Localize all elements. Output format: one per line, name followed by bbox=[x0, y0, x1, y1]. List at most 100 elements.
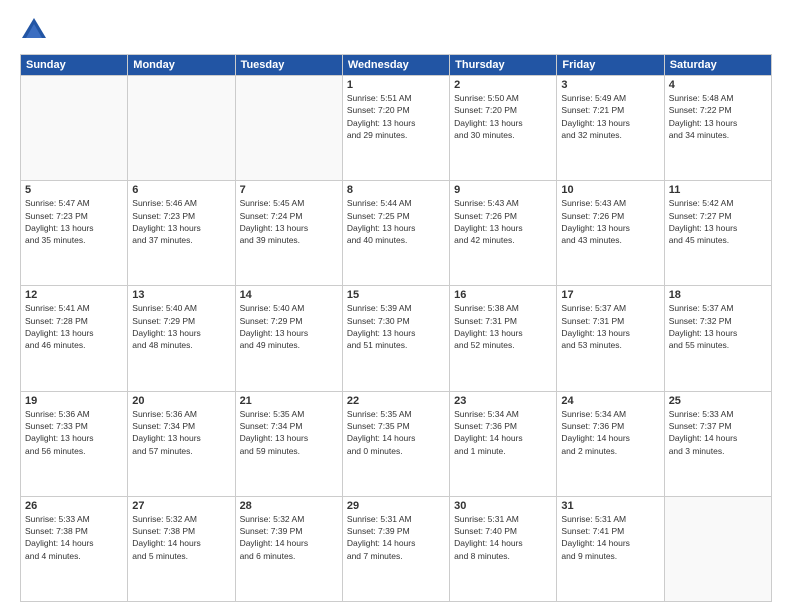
day-number: 30 bbox=[454, 500, 552, 512]
calendar-header-tuesday: Tuesday bbox=[235, 55, 342, 76]
day-number: 27 bbox=[132, 500, 230, 512]
day-info: Sunrise: 5:31 AM Sunset: 7:40 PM Dayligh… bbox=[454, 513, 552, 562]
day-info: Sunrise: 5:33 AM Sunset: 7:38 PM Dayligh… bbox=[25, 513, 123, 562]
day-number: 16 bbox=[454, 289, 552, 301]
day-info: Sunrise: 5:37 AM Sunset: 7:31 PM Dayligh… bbox=[561, 302, 659, 351]
day-number: 21 bbox=[240, 395, 338, 407]
calendar-cell: 12Sunrise: 5:41 AM Sunset: 7:28 PM Dayli… bbox=[21, 286, 128, 391]
calendar-cell: 21Sunrise: 5:35 AM Sunset: 7:34 PM Dayli… bbox=[235, 391, 342, 496]
calendar-cell bbox=[128, 76, 235, 181]
day-info: Sunrise: 5:38 AM Sunset: 7:31 PM Dayligh… bbox=[454, 302, 552, 351]
day-info: Sunrise: 5:43 AM Sunset: 7:26 PM Dayligh… bbox=[454, 197, 552, 246]
calendar-header-sunday: Sunday bbox=[21, 55, 128, 76]
day-info: Sunrise: 5:48 AM Sunset: 7:22 PM Dayligh… bbox=[669, 92, 767, 141]
logo-icon bbox=[20, 16, 48, 44]
calendar-cell: 1Sunrise: 5:51 AM Sunset: 7:20 PM Daylig… bbox=[342, 76, 449, 181]
day-number: 18 bbox=[669, 289, 767, 301]
calendar-header-row: SundayMondayTuesdayWednesdayThursdayFrid… bbox=[21, 55, 772, 76]
calendar-cell: 2Sunrise: 5:50 AM Sunset: 7:20 PM Daylig… bbox=[450, 76, 557, 181]
day-info: Sunrise: 5:51 AM Sunset: 7:20 PM Dayligh… bbox=[347, 92, 445, 141]
calendar-cell: 10Sunrise: 5:43 AM Sunset: 7:26 PM Dayli… bbox=[557, 181, 664, 286]
calendar-cell: 11Sunrise: 5:42 AM Sunset: 7:27 PM Dayli… bbox=[664, 181, 771, 286]
day-info: Sunrise: 5:40 AM Sunset: 7:29 PM Dayligh… bbox=[240, 302, 338, 351]
calendar-cell: 19Sunrise: 5:36 AM Sunset: 7:33 PM Dayli… bbox=[21, 391, 128, 496]
calendar-cell: 23Sunrise: 5:34 AM Sunset: 7:36 PM Dayli… bbox=[450, 391, 557, 496]
day-info: Sunrise: 5:50 AM Sunset: 7:20 PM Dayligh… bbox=[454, 92, 552, 141]
calendar-header-thursday: Thursday bbox=[450, 55, 557, 76]
calendar-cell: 18Sunrise: 5:37 AM Sunset: 7:32 PM Dayli… bbox=[664, 286, 771, 391]
day-number: 9 bbox=[454, 184, 552, 196]
calendar-cell: 20Sunrise: 5:36 AM Sunset: 7:34 PM Dayli… bbox=[128, 391, 235, 496]
day-info: Sunrise: 5:37 AM Sunset: 7:32 PM Dayligh… bbox=[669, 302, 767, 351]
calendar-header-wednesday: Wednesday bbox=[342, 55, 449, 76]
calendar-header-saturday: Saturday bbox=[664, 55, 771, 76]
day-info: Sunrise: 5:45 AM Sunset: 7:24 PM Dayligh… bbox=[240, 197, 338, 246]
day-info: Sunrise: 5:32 AM Sunset: 7:39 PM Dayligh… bbox=[240, 513, 338, 562]
calendar-cell: 30Sunrise: 5:31 AM Sunset: 7:40 PM Dayli… bbox=[450, 496, 557, 601]
calendar-cell bbox=[21, 76, 128, 181]
day-number: 23 bbox=[454, 395, 552, 407]
calendar-cell: 29Sunrise: 5:31 AM Sunset: 7:39 PM Dayli… bbox=[342, 496, 449, 601]
page: SundayMondayTuesdayWednesdayThursdayFrid… bbox=[0, 0, 792, 612]
calendar-cell: 26Sunrise: 5:33 AM Sunset: 7:38 PM Dayli… bbox=[21, 496, 128, 601]
day-number: 24 bbox=[561, 395, 659, 407]
calendar-cell: 3Sunrise: 5:49 AM Sunset: 7:21 PM Daylig… bbox=[557, 76, 664, 181]
day-info: Sunrise: 5:49 AM Sunset: 7:21 PM Dayligh… bbox=[561, 92, 659, 141]
calendar-cell: 14Sunrise: 5:40 AM Sunset: 7:29 PM Dayli… bbox=[235, 286, 342, 391]
calendar-cell: 6Sunrise: 5:46 AM Sunset: 7:23 PM Daylig… bbox=[128, 181, 235, 286]
day-info: Sunrise: 5:40 AM Sunset: 7:29 PM Dayligh… bbox=[132, 302, 230, 351]
day-info: Sunrise: 5:39 AM Sunset: 7:30 PM Dayligh… bbox=[347, 302, 445, 351]
day-number: 11 bbox=[669, 184, 767, 196]
day-number: 12 bbox=[25, 289, 123, 301]
day-number: 20 bbox=[132, 395, 230, 407]
day-info: Sunrise: 5:43 AM Sunset: 7:26 PM Dayligh… bbox=[561, 197, 659, 246]
day-number: 4 bbox=[669, 79, 767, 91]
header bbox=[20, 16, 772, 44]
calendar-cell: 4Sunrise: 5:48 AM Sunset: 7:22 PM Daylig… bbox=[664, 76, 771, 181]
calendar-cell: 25Sunrise: 5:33 AM Sunset: 7:37 PM Dayli… bbox=[664, 391, 771, 496]
day-info: Sunrise: 5:31 AM Sunset: 7:39 PM Dayligh… bbox=[347, 513, 445, 562]
day-number: 1 bbox=[347, 79, 445, 91]
calendar-cell: 27Sunrise: 5:32 AM Sunset: 7:38 PM Dayli… bbox=[128, 496, 235, 601]
calendar: SundayMondayTuesdayWednesdayThursdayFrid… bbox=[20, 54, 772, 602]
calendar-cell: 15Sunrise: 5:39 AM Sunset: 7:30 PM Dayli… bbox=[342, 286, 449, 391]
day-info: Sunrise: 5:36 AM Sunset: 7:33 PM Dayligh… bbox=[25, 408, 123, 457]
calendar-cell: 22Sunrise: 5:35 AM Sunset: 7:35 PM Dayli… bbox=[342, 391, 449, 496]
calendar-cell: 17Sunrise: 5:37 AM Sunset: 7:31 PM Dayli… bbox=[557, 286, 664, 391]
day-info: Sunrise: 5:42 AM Sunset: 7:27 PM Dayligh… bbox=[669, 197, 767, 246]
calendar-cell: 7Sunrise: 5:45 AM Sunset: 7:24 PM Daylig… bbox=[235, 181, 342, 286]
day-info: Sunrise: 5:36 AM Sunset: 7:34 PM Dayligh… bbox=[132, 408, 230, 457]
day-number: 17 bbox=[561, 289, 659, 301]
day-info: Sunrise: 5:33 AM Sunset: 7:37 PM Dayligh… bbox=[669, 408, 767, 457]
day-number: 14 bbox=[240, 289, 338, 301]
logo bbox=[20, 16, 52, 44]
calendar-week-1: 1Sunrise: 5:51 AM Sunset: 7:20 PM Daylig… bbox=[21, 76, 772, 181]
day-number: 7 bbox=[240, 184, 338, 196]
day-number: 31 bbox=[561, 500, 659, 512]
calendar-cell: 31Sunrise: 5:31 AM Sunset: 7:41 PM Dayli… bbox=[557, 496, 664, 601]
calendar-header-friday: Friday bbox=[557, 55, 664, 76]
day-number: 28 bbox=[240, 500, 338, 512]
day-number: 26 bbox=[25, 500, 123, 512]
day-number: 15 bbox=[347, 289, 445, 301]
day-number: 5 bbox=[25, 184, 123, 196]
day-info: Sunrise: 5:35 AM Sunset: 7:35 PM Dayligh… bbox=[347, 408, 445, 457]
calendar-cell bbox=[235, 76, 342, 181]
day-info: Sunrise: 5:46 AM Sunset: 7:23 PM Dayligh… bbox=[132, 197, 230, 246]
calendar-week-4: 19Sunrise: 5:36 AM Sunset: 7:33 PM Dayli… bbox=[21, 391, 772, 496]
calendar-cell: 24Sunrise: 5:34 AM Sunset: 7:36 PM Dayli… bbox=[557, 391, 664, 496]
calendar-cell: 9Sunrise: 5:43 AM Sunset: 7:26 PM Daylig… bbox=[450, 181, 557, 286]
day-number: 25 bbox=[669, 395, 767, 407]
calendar-cell: 16Sunrise: 5:38 AM Sunset: 7:31 PM Dayli… bbox=[450, 286, 557, 391]
day-number: 2 bbox=[454, 79, 552, 91]
calendar-cell: 8Sunrise: 5:44 AM Sunset: 7:25 PM Daylig… bbox=[342, 181, 449, 286]
day-info: Sunrise: 5:34 AM Sunset: 7:36 PM Dayligh… bbox=[561, 408, 659, 457]
day-number: 22 bbox=[347, 395, 445, 407]
calendar-week-2: 5Sunrise: 5:47 AM Sunset: 7:23 PM Daylig… bbox=[21, 181, 772, 286]
day-number: 19 bbox=[25, 395, 123, 407]
calendar-week-3: 12Sunrise: 5:41 AM Sunset: 7:28 PM Dayli… bbox=[21, 286, 772, 391]
day-number: 13 bbox=[132, 289, 230, 301]
day-info: Sunrise: 5:31 AM Sunset: 7:41 PM Dayligh… bbox=[561, 513, 659, 562]
day-info: Sunrise: 5:41 AM Sunset: 7:28 PM Dayligh… bbox=[25, 302, 123, 351]
day-info: Sunrise: 5:34 AM Sunset: 7:36 PM Dayligh… bbox=[454, 408, 552, 457]
